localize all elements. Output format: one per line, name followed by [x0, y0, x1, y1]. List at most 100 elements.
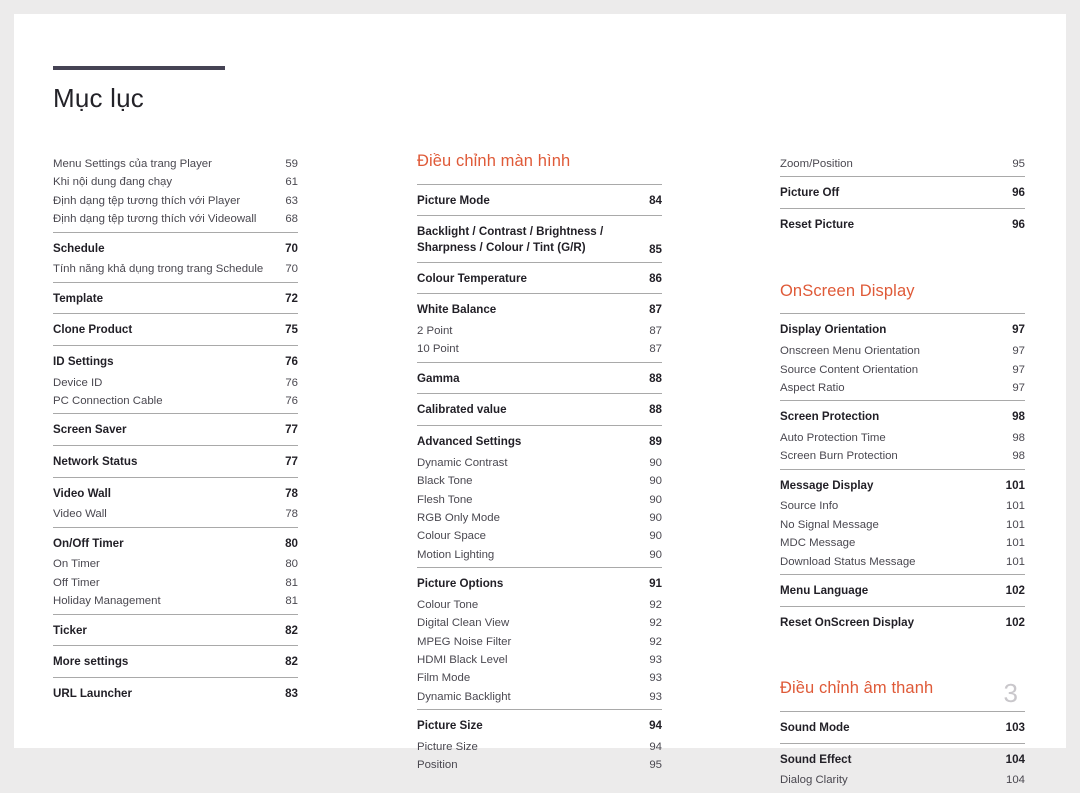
toc-entry-digital-clean-view[interactable]: Digital Clean View 92 — [417, 617, 662, 635]
toc-entry-on-off-timer[interactable]: On/Off Timer 80 — [53, 528, 298, 559]
toc-entry-advanced-settings[interactable]: Advanced Settings 89 — [417, 426, 662, 457]
toc-entry-display-orientation[interactable]: Display Orientation 97 — [780, 314, 1025, 345]
toc-entry-inh-dang-tep-tuong-thich-voi-videowall[interactable]: Định dạng tệp tương thích với Videowall 6… — [53, 213, 298, 231]
toc-entry-rgb-only-mode[interactable]: RGB Only Mode 90 — [417, 512, 662, 530]
toc-entry-label: Screen Burn Protection — [780, 450, 898, 463]
toc-entry-aspect-ratio[interactable]: Aspect Ratio 97 — [780, 382, 1025, 400]
toc-entry-label: Reset OnScreen Display — [780, 615, 915, 629]
toc-entry-inh-dang-tep-tuong-thich-voi-player[interactable]: Định dạng tệp tương thích với Player 63 — [53, 195, 298, 213]
toc-entry-menu-language[interactable]: Menu Language 102 — [780, 575, 1025, 606]
toc-entry-label: Dynamic Backlight — [417, 690, 511, 703]
toc-entry-reset-picture[interactable]: Reset Picture 96 — [780, 209, 1025, 240]
toc-entry-url-launcher[interactable]: URL Launcher 83 — [53, 678, 298, 709]
toc-entry-label: Gamma — [417, 371, 460, 385]
toc-entry-page-number: 98 — [1012, 410, 1025, 424]
toc-entry-auto-protection-time[interactable]: Auto Protection Time 98 — [780, 432, 1025, 450]
toc-entry-reset-onscreen-display[interactable]: Reset OnScreen Display 102 — [780, 607, 1025, 638]
toc-entry-screen-saver[interactable]: Screen Saver 77 — [53, 414, 298, 445]
toc-entry-khi-noi-dung-ang-chay[interactable]: Khi nội dung đang chạy 61 — [53, 176, 298, 194]
toc-entry-2-point[interactable]: 2 Point 87 — [417, 325, 662, 343]
toc-entry-dynamic-contrast[interactable]: Dynamic Contrast 90 — [417, 457, 662, 475]
toc-entry-hdmi-black-level[interactable]: HDMI Black Level 93 — [417, 654, 662, 672]
toc-entry-holiday-management[interactable]: Holiday Management 81 — [53, 595, 298, 613]
toc-entry-id-settings[interactable]: ID Settings 76 — [53, 346, 298, 377]
toc-entry-template[interactable]: Template 72 — [53, 283, 298, 314]
toc-entry-label: Picture Off — [780, 186, 840, 200]
toc-entry-backlight-contrast-brightness-sharpness-[interactable]: Backlight / Contrast / Brightness / Shar… — [417, 216, 662, 261]
toc-entry-ticker[interactable]: Ticker 82 — [53, 615, 298, 646]
toc-entry-position[interactable]: Position 95 — [417, 759, 662, 777]
toc-entry-sound-effect[interactable]: Sound Effect 104 — [780, 744, 1025, 775]
toc-entry-flesh-tone[interactable]: Flesh Tone 90 — [417, 494, 662, 512]
toc-entry-message-display[interactable]: Message Display 101 — [780, 470, 1025, 501]
toc-entry-video-wall[interactable]: Video Wall 78 — [53, 478, 298, 509]
toc-group: More settings 82 — [53, 645, 298, 677]
toc-entry-video-wall[interactable]: Video Wall 78 — [53, 508, 298, 526]
toc-entry-source-info[interactable]: Source Info 101 — [780, 500, 1025, 518]
toc-entry-mdc-message[interactable]: MDC Message 101 — [780, 537, 1025, 555]
toc-group: Network Status 77 — [53, 445, 298, 477]
toc-entry-dialog-clarity[interactable]: Dialog Clarity 104 — [780, 774, 1025, 792]
toc-entry-device-id[interactable]: Device ID 76 — [53, 377, 298, 395]
toc-entry-mpeg-noise-filter[interactable]: MPEG Noise Filter 92 — [417, 636, 662, 654]
toc-entry-label: MDC Message — [780, 537, 856, 550]
toc-entry-film-mode[interactable]: Film Mode 93 — [417, 672, 662, 690]
toc-entry-page-number: 72 — [285, 291, 298, 305]
toc-entry-label: MPEG Noise Filter — [417, 635, 512, 648]
toc-entry-white-balance[interactable]: White Balance 87 — [417, 294, 662, 325]
toc-entry-page-number: 87 — [649, 303, 662, 317]
toc-entry-page-number: 90 — [649, 456, 662, 469]
toc-entry-calibrated-value[interactable]: Calibrated value 88 — [417, 394, 662, 425]
toc-entry-network-status[interactable]: Network Status 77 — [53, 446, 298, 477]
toc-entry-page-number: 103 — [1005, 721, 1025, 735]
toc-entry-on-timer[interactable]: On Timer 80 — [53, 558, 298, 576]
toc-entry-more-settings[interactable]: More settings 82 — [53, 646, 298, 677]
toc-entry-label: HDMI Black Level — [417, 654, 508, 667]
toc-entry-page-number: 81 — [285, 595, 298, 608]
toc-entry-picture-options[interactable]: Picture Options 91 — [417, 568, 662, 599]
toc-entry-schedule[interactable]: Schedule 70 — [53, 233, 298, 264]
toc-entry-page-number: 94 — [649, 719, 662, 733]
toc-entry-pc-connection-cable[interactable]: PC Connection Cable 76 — [53, 395, 298, 413]
toc-entry-label: Colour Temperature — [417, 271, 527, 285]
toc-entry-picture-size[interactable]: Picture Size 94 — [417, 741, 662, 759]
toc-entry-motion-lighting[interactable]: Motion Lighting 90 — [417, 549, 662, 567]
toc-entry-black-tone[interactable]: Black Tone 90 — [417, 475, 662, 493]
toc-entry-screen-protection[interactable]: Screen Protection 98 — [780, 401, 1025, 432]
toc-entry-menu-settings-cua-trang-player[interactable]: Menu Settings của trang Player 59 — [53, 152, 298, 176]
toc-entry-no-signal-message[interactable]: No Signal Message 101 — [780, 519, 1025, 537]
toc-entry-colour-space[interactable]: Colour Space 90 — [417, 530, 662, 548]
toc-entry-dynamic-backlight[interactable]: Dynamic Backlight 93 — [417, 691, 662, 709]
toc-entry-picture-off[interactable]: Picture Off 96 — [780, 177, 1025, 208]
toc-entry-label: RGB Only Mode — [417, 511, 500, 524]
toc-entry-label: Dynamic Contrast — [417, 456, 508, 469]
toc-entry-download-status-message[interactable]: Download Status Message 101 — [780, 556, 1025, 574]
toc-entry-zoom-position[interactable]: Zoom/Position 95 — [780, 152, 1025, 176]
toc-entry-label: Download Status Message — [780, 555, 916, 568]
toc-entry-off-timer[interactable]: Off Timer 81 — [53, 577, 298, 595]
toc-entry-label: Backlight / Contrast / Brightness / Shar… — [417, 225, 604, 255]
toc-entry-screen-burn-protection[interactable]: Screen Burn Protection 98 — [780, 450, 1025, 468]
toc-entry-label: Network Status — [53, 455, 138, 469]
toc-entry-sound-mode[interactable]: Sound Mode 103 — [780, 712, 1025, 743]
toc-entry-colour-temperature[interactable]: Colour Temperature 86 — [417, 263, 662, 294]
toc-entry-onscreen-menu-orientation[interactable]: Onscreen Menu Orientation 97 — [780, 345, 1025, 363]
toc-entry-picture-mode[interactable]: Picture Mode 84 — [417, 185, 662, 216]
toc-group: Reset Picture 96 — [780, 208, 1025, 240]
toc-entry-gamma[interactable]: Gamma 88 — [417, 363, 662, 394]
toc-entry-page-number: 95 — [1012, 158, 1025, 170]
toc-entry-label: Video Wall — [53, 508, 107, 521]
toc-entry-page-number: 86 — [649, 271, 662, 285]
toc-entry-source-content-orientation[interactable]: Source Content Orientation 97 — [780, 364, 1025, 382]
toc-entry-page-number: 102 — [1005, 615, 1025, 629]
toc-group: Picture Size 94 Picture Size 94 Position 95 — [417, 709, 662, 777]
toc-entry-page-number: 101 — [1005, 478, 1025, 492]
toc-entry-clone-product[interactable]: Clone Product 75 — [53, 314, 298, 345]
toc-entry-10-point[interactable]: 10 Point 87 — [417, 343, 662, 361]
toc-entry-tinh-nang-kha-dung-trong-trang-schedule[interactable]: Tính năng khả dụng trong trang Schedule 7… — [53, 263, 298, 281]
toc-entry-label: Source Info — [780, 500, 839, 513]
toc-entry-label: Position — [417, 759, 458, 772]
toc-entry-picture-size[interactable]: Picture Size 94 — [417, 710, 662, 741]
toc-entry-page-number: 93 — [649, 672, 662, 685]
toc-entry-colour-tone[interactable]: Colour Tone 92 — [417, 599, 662, 617]
